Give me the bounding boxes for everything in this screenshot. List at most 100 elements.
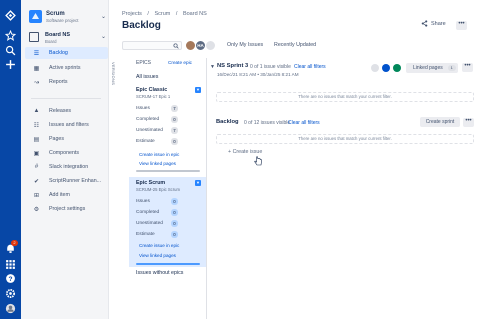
board-selector[interactable]: Board NS Board ⌄: [29, 31, 107, 45]
linked-pages-label: Linked pages: [413, 65, 443, 71]
sidebar-item-active-sprints[interactable]: ▦ Active sprints: [25, 62, 108, 74]
sprint-dates: 16/Dec/21 8:21 AM • 30/Jan/25 8:21 AM: [217, 72, 299, 77]
only-my-issues-filter[interactable]: Only My Issues: [227, 42, 263, 48]
epic-stat-value: 0: [171, 220, 178, 227]
sidebar-item-reports[interactable]: ↝ Reports: [25, 76, 108, 88]
create-issue-label: Create issue: [232, 149, 263, 155]
sprint-icon: ▦: [33, 65, 40, 72]
sidebar-item-label: Reports: [49, 79, 68, 85]
add-icon: ⊞: [33, 192, 40, 199]
search-input[interactable]: [122, 41, 182, 50]
expand-epic-icon[interactable]: ▼: [195, 87, 201, 93]
share-button[interactable]: Share: [421, 20, 446, 27]
breadcrumb-projects[interactable]: Projects: [122, 11, 142, 17]
create-sprint-button[interactable]: Create sprint: [420, 117, 460, 127]
sidebar-item-releases[interactable]: ▲ Releases: [25, 105, 108, 117]
create-issue-in-epic-link[interactable]: Create issue in epic: [139, 243, 179, 248]
backlog-name: Backlog: [216, 119, 239, 125]
epic-card-selected[interactable]: Epic Scrum ▼ SCRUM-25 Epic Scrum Issues …: [129, 177, 206, 267]
board-name: Board NS: [45, 32, 71, 38]
more-actions-button[interactable]: •••: [456, 21, 467, 30]
share-icon: [421, 20, 428, 27]
epic-key: SCRUM-17 Epic 1: [136, 94, 171, 99]
sprint-more-button[interactable]: •••: [462, 63, 473, 72]
sprint-name: NS Sprint 3: [217, 63, 249, 69]
settings-icon[interactable]: [5, 288, 16, 299]
chevron-down-icon[interactable]: ▼: [210, 64, 215, 70]
sidebar-item-label: Pages: [49, 136, 65, 142]
epic-stat-label: Completed: [136, 210, 160, 215]
project-type: Software project: [46, 18, 79, 23]
collapse-epic-icon[interactable]: ▼: [195, 180, 201, 186]
sidebar-item-project-settings[interactable]: ⚙ Project settings: [25, 203, 108, 215]
epic-key: SCRUM-25 Epic Scrum: [136, 187, 180, 192]
sprint-header: ▼ NS Sprint 3 0 of 1 issue visible Clear…: [210, 63, 474, 81]
clear-filters-link[interactable]: Clear all filters: [288, 120, 320, 126]
view-linked-pages-link[interactable]: View linked pages: [139, 253, 176, 258]
plus-icon[interactable]: [5, 59, 16, 70]
status-in-progress-icon: [382, 64, 390, 72]
svg-text:?: ?: [8, 276, 12, 283]
sidebar-item-issues-and-filters[interactable]: ☷ Issues and filters: [25, 119, 108, 131]
clear-filters-link[interactable]: Clear all filters: [294, 64, 326, 70]
linked-pages-button[interactable]: Linked pages 1: [406, 63, 458, 73]
sidebar-item-label: Add item: [49, 192, 70, 198]
backlog-issue-count: 0 of 12 issues visible: [244, 120, 291, 126]
apps-icon[interactable]: [5, 259, 16, 270]
sidebar-item-label: Backlog: [49, 50, 68, 56]
sidebar-item-backlog[interactable]: ☰ Backlog: [25, 47, 108, 59]
create-issue-button[interactable]: + Create issue: [228, 149, 262, 155]
slack-icon: #: [34, 164, 39, 170]
backlog-header: Backlog 0 of 12 issues visible Clear all…: [216, 117, 474, 129]
breadcrumb-scrum[interactable]: Scrum: [154, 11, 170, 17]
create-epic-link[interactable]: Create epic: [168, 60, 192, 65]
breadcrumb-separator: /: [175, 11, 178, 17]
backlog-empty-message: There are no issues that match your curr…: [216, 134, 474, 144]
gear-icon: ⚙: [33, 206, 40, 213]
sidebar-item-pages[interactable]: ▤ Pages: [25, 133, 108, 145]
avatar[interactable]: [205, 40, 216, 51]
epic-progress-bar: [136, 263, 200, 265]
recently-updated-filter[interactable]: Recently Updated: [274, 42, 316, 48]
project-name: Scrum: [46, 11, 65, 17]
sidebar-item-label: Active sprints: [49, 65, 81, 71]
search-icon[interactable]: [5, 45, 16, 56]
versions-tab[interactable]: VERSIONS: [111, 62, 116, 85]
backlog-icon: ☰: [33, 50, 40, 57]
epic-stat-label: Unestimated: [136, 128, 163, 133]
epic-stat-value: 0: [171, 198, 178, 205]
sidebar-item-label: ScriptRunner Enhan...: [49, 178, 102, 184]
app-root: 2 ? Scrum Software project ⌄ Board NS Bo…: [0, 0, 480, 319]
epics-heading: EPICS: [136, 60, 152, 66]
reports-icon: ↝: [33, 79, 40, 86]
chevron-down-icon: ⌄: [101, 34, 107, 40]
project-sidebar: Scrum Software project ⌄ Board NS Board …: [21, 0, 109, 319]
epic-stat-label: Unestimated: [136, 221, 163, 226]
epic-name: Epic Scrum: [136, 180, 166, 186]
epic-stat-value: 7: [171, 105, 178, 112]
epic-progress-bar: [136, 170, 200, 172]
help-icon[interactable]: ?: [5, 273, 16, 284]
board-icon: [29, 32, 39, 42]
sprint-empty-message: There are no issues that match your curr…: [216, 92, 474, 102]
sidebar-item-slack-integration[interactable]: # Slack integration: [25, 161, 108, 173]
breadcrumb-board[interactable]: Board NS: [183, 11, 207, 17]
status-todo-icon: [371, 64, 379, 72]
jira-logo-icon[interactable]: [5, 10, 16, 21]
sidebar-item-scriptrunner[interactable]: ✔ ScriptRunner Enhan...: [25, 175, 108, 187]
view-linked-pages-link[interactable]: View linked pages: [139, 161, 176, 166]
epic-card[interactable]: Epic Classic ▼ SCRUM-17 Epic 1 Issues 7 …: [129, 84, 206, 172]
page-icon: ▤: [33, 136, 40, 143]
chevron-down-icon: ⌄: [101, 14, 107, 20]
star-icon[interactable]: [5, 30, 16, 41]
create-issue-in-epic-link[interactable]: Create issue in epic: [139, 152, 179, 157]
all-issues-item[interactable]: All issues: [136, 74, 158, 80]
issues-without-epics-item[interactable]: Issues without epics: [136, 270, 183, 276]
sidebar-item-components[interactable]: ▣ Components: [25, 147, 108, 159]
profile-icon[interactable]: [5, 303, 16, 314]
project-header[interactable]: Scrum Software project ⌄: [29, 10, 107, 26]
sprint-issue-count: 0 of 1 issue visible: [250, 64, 291, 70]
sidebar-item-add-item[interactable]: ⊞ Add item: [25, 189, 108, 201]
backlog-more-button[interactable]: •••: [463, 118, 474, 127]
sidebar-item-label: Project settings: [49, 206, 86, 212]
